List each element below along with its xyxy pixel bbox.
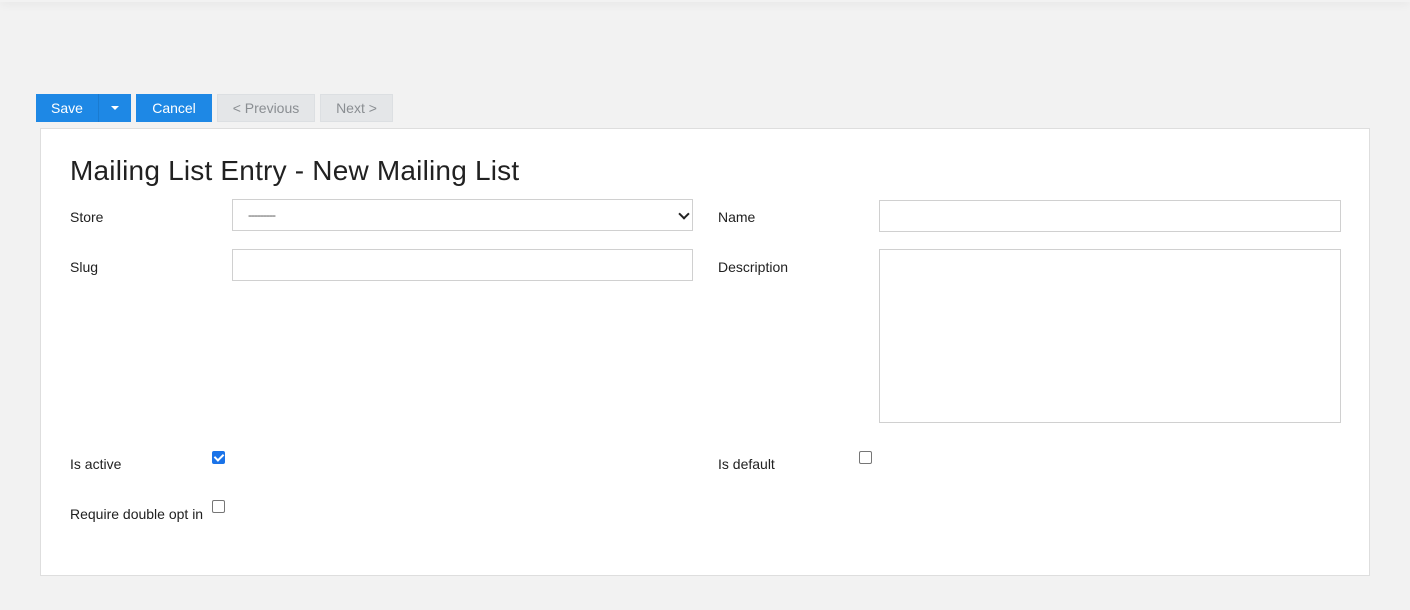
- is-active-checkbox[interactable]: [212, 451, 225, 464]
- store-select[interactable]: ---------: [232, 199, 693, 231]
- is-default-checkbox[interactable]: [859, 451, 872, 464]
- save-button[interactable]: Save: [36, 94, 98, 122]
- caret-down-icon: [111, 106, 119, 110]
- is-active-label: Is active: [70, 456, 122, 472]
- require-double-opt-in-label: Require double opt in: [70, 506, 204, 522]
- previous-button[interactable]: < Previous: [217, 94, 315, 122]
- action-toolbar: Save Cancel < Previous Next >: [36, 94, 393, 122]
- name-label: Name: [718, 209, 756, 225]
- save-button-group: Save: [36, 94, 131, 122]
- page-title: Mailing List Entry - New Mailing List: [70, 155, 520, 186]
- name-input[interactable]: [879, 200, 1341, 232]
- top-bar-shadow: [0, 0, 1410, 2]
- chevron-down-icon: [678, 208, 690, 220]
- description-label: Description: [718, 259, 789, 275]
- slug-input[interactable]: [232, 249, 693, 281]
- save-options-dropdown-button[interactable]: [98, 94, 131, 122]
- description-textarea[interactable]: [879, 249, 1341, 423]
- slug-label: Slug: [70, 259, 99, 275]
- next-button[interactable]: Next >: [320, 94, 393, 122]
- require-double-opt-in-checkbox[interactable]: [212, 500, 225, 513]
- form-panel: Mailing List Entry - New Mailing List St…: [40, 128, 1370, 576]
- store-select-value: ---------: [248, 208, 276, 222]
- is-default-label: Is default: [718, 456, 775, 472]
- store-label: Store: [70, 209, 104, 225]
- cancel-button[interactable]: Cancel: [136, 94, 212, 122]
